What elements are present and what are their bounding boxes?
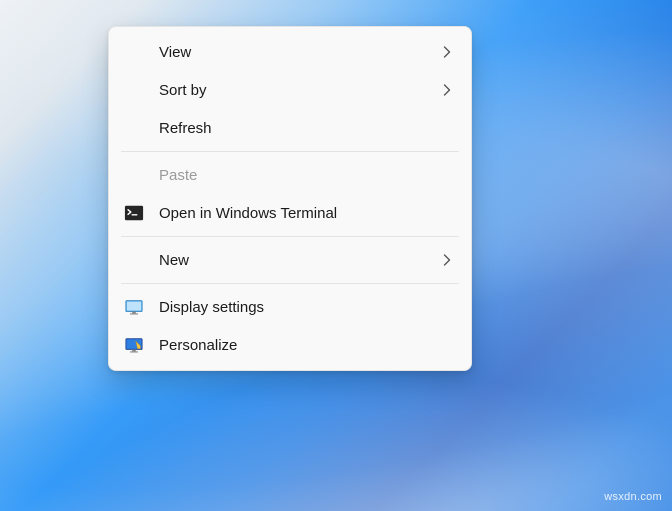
menu-item-refresh[interactable]: Refresh: [109, 109, 471, 147]
personalize-icon: [123, 334, 145, 356]
menu-separator: [121, 236, 459, 237]
watermark-text: wsxdn.com: [604, 491, 662, 503]
menu-label: View: [159, 44, 439, 61]
menu-label: Refresh: [159, 120, 455, 137]
menu-item-personalize[interactable]: Personalize: [109, 326, 471, 364]
menu-item-new[interactable]: New: [109, 241, 471, 279]
blank-icon: [123, 164, 145, 186]
menu-separator: [121, 151, 459, 152]
desktop-context-menu: View Sort by Refresh Paste Open in Windo…: [108, 26, 472, 371]
menu-label: Display settings: [159, 299, 455, 316]
menu-separator: [121, 283, 459, 284]
menu-item-open-terminal[interactable]: Open in Windows Terminal: [109, 194, 471, 232]
chevron-right-icon: [439, 252, 455, 268]
blank-icon: [123, 41, 145, 63]
menu-item-display-settings[interactable]: Display settings: [109, 288, 471, 326]
display-icon: [123, 296, 145, 318]
chevron-right-icon: [439, 82, 455, 98]
chevron-right-icon: [439, 44, 455, 60]
menu-item-sort-by[interactable]: Sort by: [109, 71, 471, 109]
menu-item-paste: Paste: [109, 156, 471, 194]
terminal-icon: [123, 202, 145, 224]
menu-label: New: [159, 252, 439, 269]
menu-label: Paste: [159, 167, 455, 184]
menu-label: Sort by: [159, 82, 439, 99]
blank-icon: [123, 117, 145, 139]
blank-icon: [123, 249, 145, 271]
menu-label: Open in Windows Terminal: [159, 205, 455, 222]
menu-label: Personalize: [159, 337, 455, 354]
blank-icon: [123, 79, 145, 101]
menu-item-view[interactable]: View: [109, 33, 471, 71]
